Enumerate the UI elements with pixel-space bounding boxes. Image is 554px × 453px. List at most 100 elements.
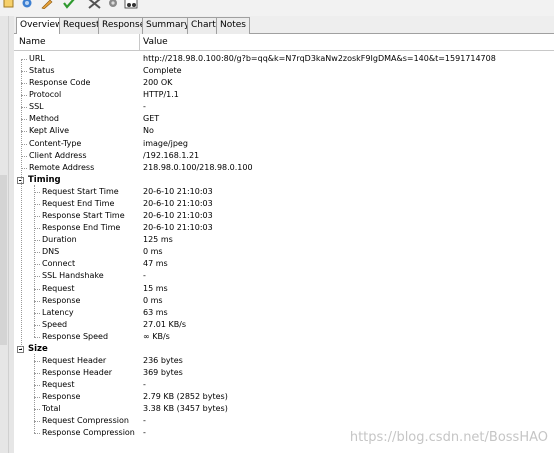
row-name: Connect bbox=[42, 259, 76, 269]
tab-request[interactable]: Request bbox=[59, 17, 104, 34]
table-row[interactable]: DNS 0 ms bbox=[14, 246, 554, 258]
table-row[interactable]: Status Complete bbox=[14, 65, 554, 77]
table-row[interactable]: Request Header 236 bytes bbox=[14, 355, 554, 367]
column-header-value[interactable]: Value bbox=[143, 34, 168, 50]
table-row[interactable]: Response Speed ∞ KB/s bbox=[14, 331, 554, 343]
row-value: - bbox=[143, 416, 146, 426]
detail-tabs: Overview Request Response Summary Chart … bbox=[14, 16, 554, 35]
row-value: 236 bytes bbox=[143, 356, 183, 365]
checkmark-icon[interactable] bbox=[62, 0, 76, 10]
row-name: Response Code bbox=[29, 78, 91, 88]
overview-tree-table: Name Value URL http://218.98.0.100:80/g?b… bbox=[14, 34, 554, 453]
row-value: Complete bbox=[143, 66, 182, 76]
tab-summary[interactable]: Summary bbox=[142, 17, 194, 34]
table-row[interactable]: SSL - bbox=[14, 101, 554, 113]
table-row[interactable]: Response 0 ms bbox=[14, 295, 554, 307]
tree-connector-vertical bbox=[34, 184, 35, 337]
table-row[interactable]: Speed 27.01 KB/s bbox=[14, 319, 554, 331]
row-value: 15 ms bbox=[143, 283, 168, 293]
table-row[interactable]: Request End Time 20-6-10 21:10:03 bbox=[14, 198, 554, 210]
row-value: 20-6-10 21:10:03 bbox=[143, 211, 213, 221]
table-row[interactable]: SSL Handshake - bbox=[14, 270, 554, 282]
table-row[interactable]: Response End Time 20-6-10 21:10:03 bbox=[14, 222, 554, 234]
tab-notes[interactable]: Notes bbox=[216, 17, 250, 34]
tab-chart[interactable]: Chart bbox=[187, 17, 220, 34]
tools-icon[interactable] bbox=[88, 0, 102, 10]
settings-icon[interactable] bbox=[106, 0, 120, 10]
table-row[interactable]: Protocol HTTP/1.1 bbox=[14, 89, 554, 101]
row-name: Method bbox=[29, 114, 60, 124]
row-name: Protocol bbox=[29, 90, 62, 100]
row-value: 2.79 KB (2852 bytes) bbox=[143, 392, 228, 402]
table-row[interactable]: Response 2.79 KB (2852 bytes) bbox=[14, 391, 554, 403]
refresh-icon[interactable] bbox=[20, 0, 34, 10]
row-name: Latency bbox=[42, 307, 74, 317]
row-value: image/jpeg bbox=[143, 138, 188, 148]
row-value: 369 bytes bbox=[143, 368, 183, 378]
table-row[interactable]: Response Header 369 bytes bbox=[14, 367, 554, 379]
row-name: DNS bbox=[42, 247, 60, 257]
group-label: Timing bbox=[28, 174, 61, 185]
table-row[interactable]: Content-Type image/jpeg bbox=[14, 138, 554, 150]
column-header-name[interactable]: Name bbox=[14, 34, 140, 50]
row-value: 0 ms bbox=[143, 295, 163, 305]
edit-icon[interactable] bbox=[2, 0, 16, 10]
row-value: - bbox=[143, 271, 146, 281]
row-name: Request Compression bbox=[42, 416, 129, 426]
row-name: Speed bbox=[42, 319, 68, 329]
row-name: URL bbox=[29, 54, 45, 63]
gutter-divider bbox=[8, 16, 9, 453]
table-row[interactable]: Method GET bbox=[14, 113, 554, 125]
table-row[interactable]: Duration 125 ms bbox=[14, 234, 554, 246]
table-row[interactable]: Request 15 ms bbox=[14, 283, 554, 295]
tree-group-row[interactable]: Timing bbox=[14, 174, 554, 186]
row-value: 200 OK bbox=[143, 78, 173, 88]
tree-group-row[interactable]: Size bbox=[14, 343, 554, 355]
table-row[interactable]: Request - bbox=[14, 379, 554, 391]
row-name: Client Address bbox=[29, 150, 87, 160]
row-value: HTTP/1.1 bbox=[143, 90, 179, 100]
watermark-text: https://blog.csdn.net/BossHAO bbox=[349, 430, 548, 445]
row-name: Remote Address bbox=[29, 162, 95, 172]
row-name: Response bbox=[42, 392, 81, 402]
group-label: Size bbox=[28, 343, 48, 354]
table-row[interactable]: Connect 47 ms bbox=[14, 258, 554, 270]
tree-connector bbox=[34, 433, 40, 435]
row-value: GET bbox=[143, 114, 160, 124]
table-row[interactable]: Request Compression - bbox=[14, 415, 554, 427]
table-row[interactable]: Kept Alive No bbox=[14, 125, 554, 137]
row-value: 0 ms bbox=[143, 247, 163, 257]
row-name: Total bbox=[42, 404, 61, 414]
row-name: Request bbox=[42, 380, 75, 390]
row-name: Response Header bbox=[42, 368, 113, 378]
row-value: ∞ KB/s bbox=[143, 331, 170, 341]
table-row[interactable]: Total 3.38 KB (3457 bytes) bbox=[14, 403, 554, 415]
table-row[interactable]: Remote Address 218.98.0.100/218.98.0.100 bbox=[14, 162, 554, 174]
row-name: Response Speed bbox=[42, 331, 109, 341]
toolbar bbox=[0, 0, 554, 16]
row-value: - bbox=[143, 102, 146, 112]
row-name: Response bbox=[42, 295, 81, 305]
tree-connector bbox=[34, 336, 40, 338]
table-row[interactable]: URL http://218.98.0.100:80/g?b=qq&k=N7rqD… bbox=[14, 53, 554, 65]
binoculars-icon[interactable] bbox=[124, 0, 138, 10]
tree-connector-vertical bbox=[34, 353, 35, 434]
pencil-icon[interactable] bbox=[40, 0, 54, 10]
table-row[interactable]: Client Address/192.168.1.21 bbox=[14, 150, 554, 162]
row-value: 3.38 KB (3457 bytes) bbox=[143, 404, 228, 414]
row-name: Request End Time bbox=[42, 198, 115, 208]
table-row[interactable]: Response Start Time 20-6-10 21:10:03 bbox=[14, 210, 554, 222]
table-row[interactable]: Latency 63 ms bbox=[14, 307, 554, 319]
row-value: 63 ms bbox=[143, 307, 168, 317]
row-value: 20-6-10 21:10:03 bbox=[143, 186, 213, 196]
row-name: Duration bbox=[42, 235, 77, 245]
row-name: SSL bbox=[29, 102, 44, 112]
row-name: Response Start Time bbox=[42, 211, 125, 221]
row-name: SSL Handshake bbox=[42, 271, 104, 281]
row-value: No bbox=[143, 126, 154, 136]
row-name: Request bbox=[42, 283, 75, 293]
table-row[interactable]: Request Start Time 20-6-10 21:10:03 bbox=[14, 186, 554, 198]
row-name: Request Start Time bbox=[42, 186, 119, 196]
table-row[interactable]: Response Code 200 OK bbox=[14, 77, 554, 89]
row-value: 125 ms bbox=[143, 235, 173, 245]
